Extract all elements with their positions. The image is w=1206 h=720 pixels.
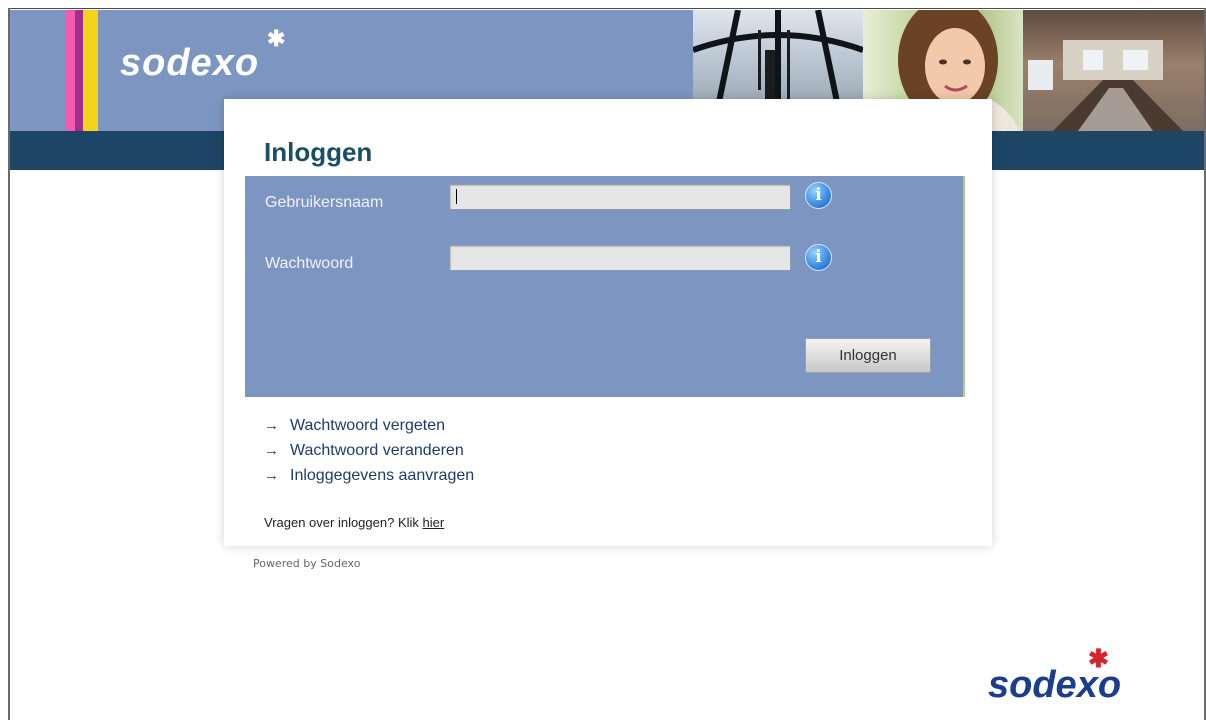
password-field[interactable] <box>449 245 791 271</box>
star-icon: ✱ <box>267 26 287 51</box>
login-panel: Inloggen Gebruikersnaam i Wachtwoord i I… <box>224 99 992 546</box>
link-label: Inloggegevens aanvragen <box>290 467 475 484</box>
help-here-link[interactable]: hier <box>423 515 445 530</box>
link-change-password[interactable]: → Wachtwoord veranderen <box>264 442 474 467</box>
info-icon[interactable]: i <box>805 244 832 271</box>
username-field[interactable] <box>449 184 791 210</box>
help-prefix: Vragen over inloggen? Klik <box>264 515 423 530</box>
sodexo-logo-header: sodexo ✱ <box>120 26 285 85</box>
info-icon[interactable]: i <box>805 182 832 209</box>
arrow-right-icon: → <box>264 467 279 484</box>
username-label: Gebruikersnaam <box>265 194 384 211</box>
powered-by-text: Powered by Sodexo <box>253 557 361 570</box>
login-form: Gebruikersnaam i Wachtwoord i Inloggen <box>245 176 965 397</box>
login-title: Inloggen <box>264 137 373 167</box>
login-button[interactable]: Inloggen <box>805 338 931 373</box>
link-forgot-password[interactable]: → Wachtwoord vergeten <box>264 417 474 442</box>
brand-stripes <box>65 10 103 131</box>
info-icon-glyph: i <box>815 247 822 267</box>
help-text: Vragen over inloggen? Klik hier <box>264 515 444 530</box>
stripe-yellow <box>83 10 98 131</box>
star-icon: ✱ <box>1088 645 1109 673</box>
stripe-pink <box>65 10 75 131</box>
help-links: → Wachtwoord vergeten → Wachtwoord verande… <box>264 417 474 492</box>
window-border-top <box>8 8 1206 9</box>
arrow-right-icon: → <box>264 442 279 459</box>
form-edge <box>963 176 965 397</box>
text-cursor <box>456 189 457 204</box>
password-label: Wachtwoord <box>265 255 354 272</box>
link-label: Wachtwoord veranderen <box>290 442 464 459</box>
logo-text: sodexo <box>120 42 260 84</box>
stripe-purple <box>75 10 83 131</box>
sodexo-logo-footer: sodexo ✱ <box>988 645 1121 707</box>
photo-conference-room <box>1023 10 1204 131</box>
link-label: Wachtwoord vergeten <box>290 417 446 434</box>
info-icon-glyph: i <box>815 185 822 205</box>
link-request-credentials[interactable]: → Inloggegevens aanvragen <box>264 467 474 492</box>
arrow-right-icon: → <box>264 417 279 434</box>
